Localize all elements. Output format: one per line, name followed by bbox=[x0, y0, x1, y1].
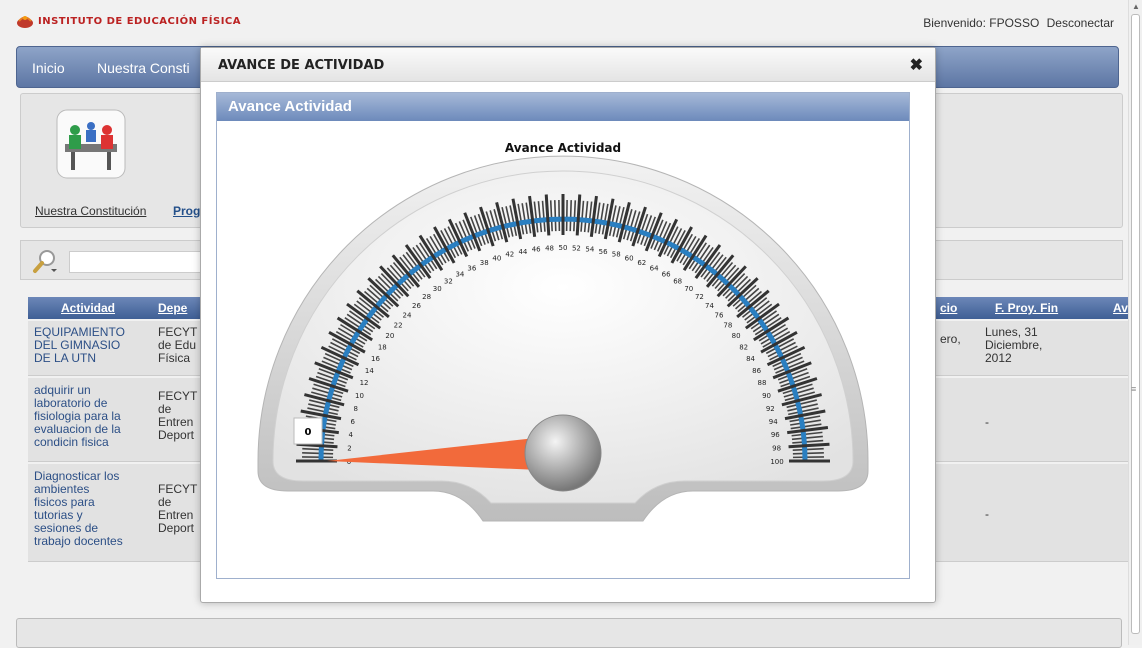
tick-label: 72 bbox=[695, 293, 704, 301]
tick-label: 64 bbox=[650, 264, 659, 272]
footer-panel bbox=[16, 618, 1122, 648]
close-icon[interactable]: ✖ bbox=[910, 55, 923, 75]
tick-label: 32 bbox=[444, 277, 453, 285]
tick-label: 28 bbox=[422, 293, 431, 301]
tick-label: 74 bbox=[705, 302, 714, 310]
tick-label: 82 bbox=[739, 343, 748, 351]
gauge-hub bbox=[525, 415, 601, 491]
cell-actividad[interactable]: EQUIPAMIENTO DEL GIMNASIO DE LA UTN bbox=[34, 326, 125, 365]
tick-label: 34 bbox=[455, 270, 464, 278]
tick-label: 58 bbox=[612, 251, 621, 259]
col-actividad[interactable]: Actividad bbox=[61, 301, 115, 315]
tick-label: 6 bbox=[351, 418, 356, 426]
logout-link[interactable]: Desconectar bbox=[1047, 16, 1114, 30]
minor-tick bbox=[793, 453, 824, 454]
nav-item-constitucion[interactable]: Nuestra Consti bbox=[97, 60, 190, 76]
tick-label: 88 bbox=[758, 379, 767, 387]
tick-label: 20 bbox=[385, 332, 394, 340]
tick-label: 16 bbox=[371, 355, 380, 363]
tick-label: 94 bbox=[769, 418, 778, 426]
modal-title: AVANCE DE ACTIVIDAD bbox=[218, 58, 384, 73]
cell-f-proy-fin: - bbox=[985, 508, 989, 521]
tick-label: 54 bbox=[585, 246, 594, 254]
value-label: 0 bbox=[305, 427, 312, 438]
tick-label: 30 bbox=[433, 285, 442, 293]
scroll-thumb[interactable] bbox=[1131, 14, 1140, 634]
tick-label: 38 bbox=[480, 259, 489, 267]
tick-label: 40 bbox=[492, 254, 501, 262]
cell-dependencia: FECYT de Edu Física bbox=[158, 326, 197, 365]
cell-f-proy-fin: Lunes, 31 Diciembre, 2012 bbox=[985, 326, 1042, 365]
tick-label: 22 bbox=[394, 322, 403, 330]
tick-label: 86 bbox=[752, 367, 761, 375]
tick-label: 14 bbox=[365, 367, 374, 375]
tick-label: 8 bbox=[353, 405, 357, 413]
tick-label: 66 bbox=[662, 270, 671, 278]
scroll-up-icon[interactable]: ▲ bbox=[1132, 2, 1140, 11]
tick-label: 68 bbox=[673, 277, 682, 285]
minor-tick bbox=[302, 453, 333, 454]
col-f-inicio[interactable]: cio bbox=[940, 301, 957, 315]
top-header: INSTITUTO DE EDUCACIÓN FÍSICA Bienvenido… bbox=[0, 0, 1128, 42]
gauge-panel-title: Avance Actividad bbox=[228, 98, 352, 115]
tick-label: 4 bbox=[348, 431, 353, 439]
nav-item-inicio[interactable]: Inicio bbox=[32, 60, 65, 76]
col-avance[interactable]: Av bbox=[1113, 301, 1128, 315]
institute-logo-icon bbox=[16, 13, 34, 29]
scroll-grip-icon: ≡ bbox=[1131, 384, 1136, 394]
tick-label: 44 bbox=[518, 248, 527, 256]
tick-label: 50 bbox=[559, 244, 568, 252]
tick-label: 98 bbox=[772, 445, 781, 453]
tick-label: 46 bbox=[532, 246, 541, 254]
cell-actividad[interactable]: Diagnosticar los ambientes fisicos para … bbox=[34, 470, 123, 548]
col-dependencia[interactable]: Depe bbox=[158, 301, 187, 315]
user-area: Bienvenido: FPOSSO Desconectar bbox=[919, 16, 1114, 30]
tick-label: 92 bbox=[766, 405, 775, 413]
gauge-chart-area: Avance Actividad 02468101214161820222426… bbox=[217, 121, 909, 578]
tick-label: 24 bbox=[403, 312, 412, 320]
gauge-chart: 0246810121416182022242628303234363840424… bbox=[217, 121, 909, 578]
cell-dependencia: FECYT de Entren Deport bbox=[158, 390, 197, 442]
tick-label: 10 bbox=[355, 392, 364, 400]
cell-f-proy-fin: - bbox=[985, 416, 989, 429]
tick-label: 18 bbox=[378, 343, 387, 351]
tick-label: 60 bbox=[625, 254, 634, 262]
gauge-panel: Avance Actividad Avance Actividad 024681… bbox=[216, 92, 910, 579]
tick-label: 90 bbox=[762, 392, 771, 400]
progress-modal: AVANCE DE ACTIVIDAD ✖ Avance Actividad A… bbox=[200, 47, 936, 603]
institute-title: INSTITUTO DE EDUCACIÓN FÍSICA bbox=[38, 16, 241, 27]
tick-label: 56 bbox=[599, 248, 608, 256]
cell-f-inicio: ero, bbox=[940, 333, 961, 346]
tick-label: 26 bbox=[412, 302, 421, 310]
tick-label: 2 bbox=[347, 445, 351, 453]
cell-dependencia: FECYT de Entren Deport bbox=[158, 483, 197, 535]
gauge-panel-header: Avance Actividad bbox=[217, 93, 909, 121]
meeting-icon[interactable] bbox=[51, 104, 131, 184]
tick-label: 62 bbox=[637, 259, 646, 267]
link-programas[interactable]: Prog bbox=[173, 204, 200, 218]
modal-header: AVANCE DE ACTIVIDAD ✖ bbox=[201, 48, 935, 82]
tick-label: 42 bbox=[505, 251, 514, 259]
tick-label: 84 bbox=[746, 355, 755, 363]
tick-label: 78 bbox=[723, 322, 732, 330]
link-nuestra-constitucion[interactable]: Nuestra Constitución bbox=[35, 204, 146, 218]
tick-label: 52 bbox=[572, 244, 581, 252]
tick-label: 76 bbox=[715, 312, 724, 320]
vertical-scrollbar[interactable]: ▲ ≡ bbox=[1128, 0, 1142, 645]
tick-label: 70 bbox=[684, 285, 693, 293]
welcome-text: Bienvenido: FPOSSO bbox=[923, 16, 1039, 30]
tick-label: 80 bbox=[732, 332, 741, 340]
cell-actividad[interactable]: adquirir un laboratorio de fisiologia pa… bbox=[34, 384, 121, 449]
minor-tick bbox=[555, 200, 556, 231]
tick-label: 36 bbox=[467, 264, 476, 272]
tick-label: 96 bbox=[771, 431, 780, 439]
tick-label: 48 bbox=[545, 244, 554, 252]
search-icon[interactable] bbox=[31, 247, 59, 275]
tick-label: 12 bbox=[360, 379, 369, 387]
tick-label: 100 bbox=[770, 458, 783, 466]
col-f-proy-fin[interactable]: F. Proy. Fin bbox=[995, 301, 1058, 315]
minor-tick bbox=[570, 200, 571, 231]
